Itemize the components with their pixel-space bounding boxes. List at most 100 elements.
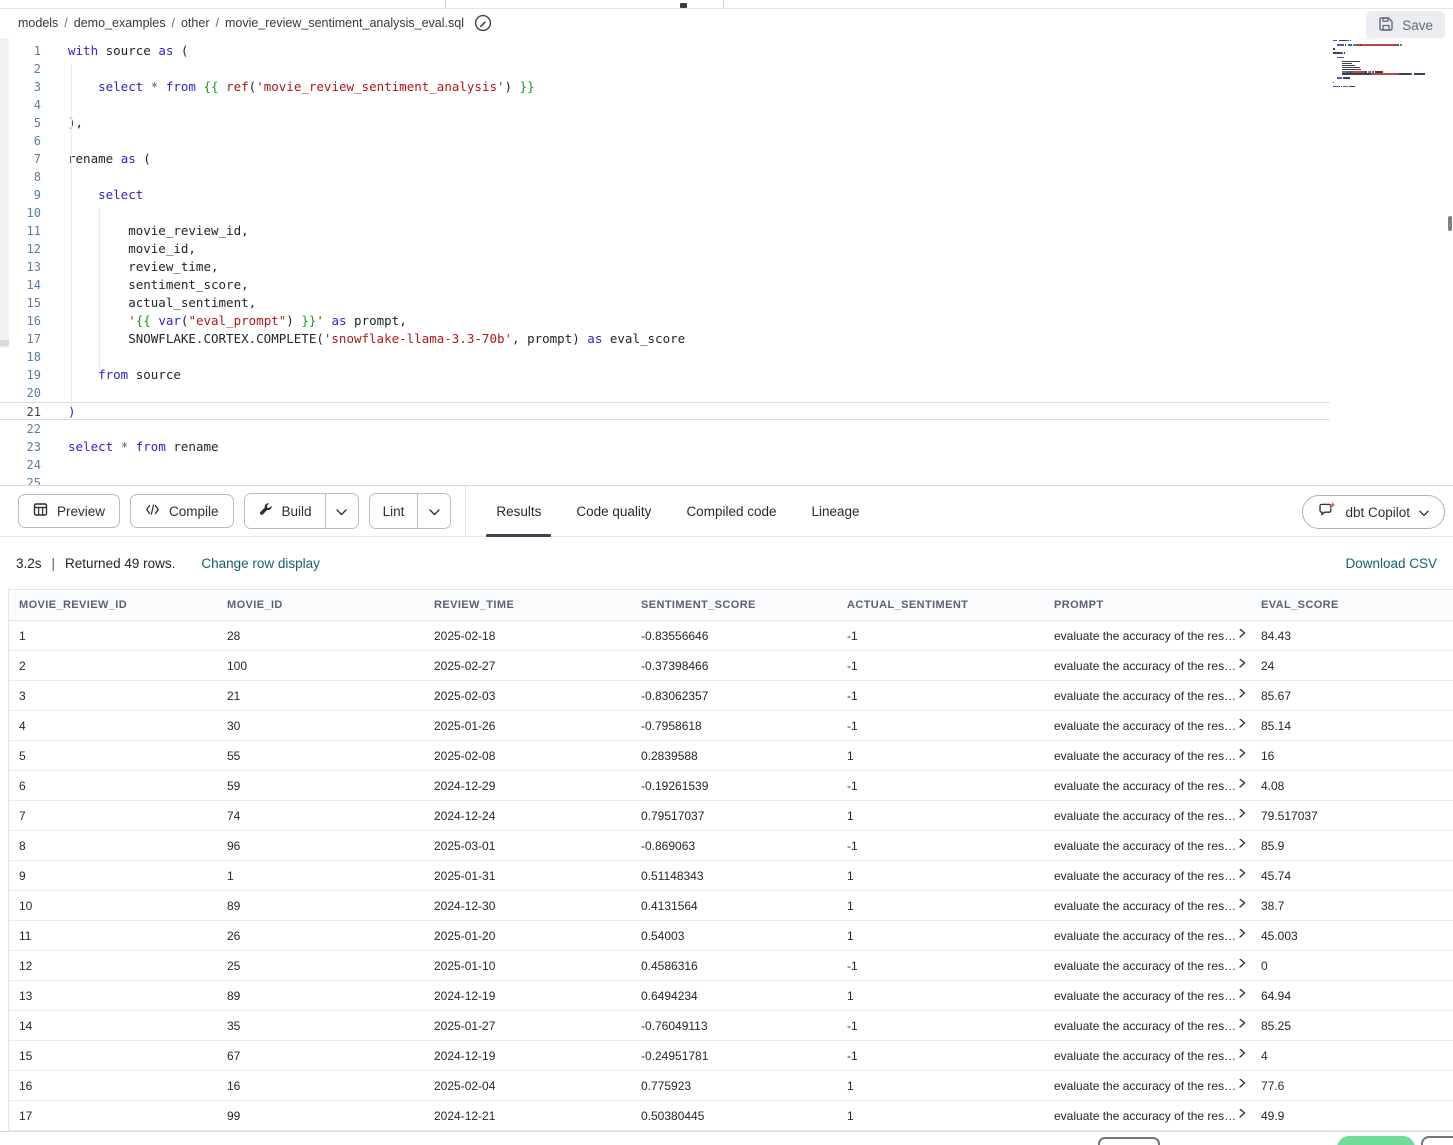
cell-prompt[interactable]: evaluate the accuracy of the res… [1044,1109,1251,1123]
code-line[interactable]: 13 review_time, [0,258,1453,276]
code-line[interactable]: 6 [0,132,1453,150]
code-line[interactable]: 14 sentiment_score, [0,276,1453,294]
tab-lineage[interactable]: Lineage [799,486,873,536]
cell-movie-review-id: 10 [9,899,217,913]
column-header[interactable]: MOVIE_ID [217,599,424,611]
cell-actual-sentiment: 1 [837,989,1044,1003]
breadcrumb-item[interactable]: demo_examples [74,16,166,30]
code-line[interactable]: 3 select * from {{ ref('movie_review_sen… [0,78,1453,96]
code-line[interactable]: 10 [0,204,1453,222]
table-row[interactable]: 4302025-01-26-0.7958618-1evaluate the ac… [9,711,1453,741]
cell-prompt[interactable]: evaluate the accuracy of the res… [1044,959,1251,973]
breadcrumb-item[interactable]: other [181,16,210,30]
minimap[interactable] [1333,40,1445,92]
results-status-bar: 3.2s | Returned 49 rows. Change row disp… [0,537,1453,589]
code-line[interactable]: 21) [0,402,1330,420]
code-line[interactable]: 8 [0,168,1453,186]
line-number: 15 [0,294,41,312]
cell-prompt[interactable]: evaluate the accuracy of the res… [1044,719,1251,733]
table-row[interactable]: 6592024-12-29-0.19261539-1evaluate the a… [9,771,1453,801]
save-button[interactable]: Save [1366,11,1445,39]
breadcrumb-item[interactable]: movie_review_sentiment_analysis_eval.sql [225,16,464,30]
column-header[interactable]: EVAL_SCORE [1251,599,1453,611]
download-csv-link[interactable]: Download CSV [1345,556,1437,571]
table-row[interactable]: 10892024-12-300.41315641evaluate the acc… [9,891,1453,921]
table-row[interactable]: 912025-01-310.511483431evaluate the accu… [9,861,1453,891]
tab-code-quality[interactable]: Code quality [563,486,664,536]
code-line[interactable]: 7rename as ( [0,150,1453,168]
build-button[interactable]: Build [245,494,325,528]
footer-button-partial[interactable] [1421,1136,1453,1145]
cell-prompt[interactable]: evaluate the accuracy of the res… [1044,989,1251,1003]
tab-compiled-code[interactable]: Compiled code [673,486,789,536]
cell-prompt[interactable]: evaluate the accuracy of the res… [1044,689,1251,703]
cell-prompt[interactable]: evaluate the accuracy of the res… [1044,779,1251,793]
table-row[interactable]: 13892024-12-190.64942341evaluate the acc… [9,981,1453,1011]
cell-prompt[interactable]: evaluate the accuracy of the res… [1044,899,1251,913]
table-row[interactable]: 5552025-02-080.28395881evaluate the accu… [9,741,1453,771]
cell-prompt[interactable]: evaluate the accuracy of the res… [1044,809,1251,823]
lint-button[interactable]: Lint [370,494,418,528]
code-lines: 1with source as (23 select * from {{ ref… [0,42,1453,485]
code-line[interactable]: 1with source as ( [0,42,1453,60]
table-row[interactable]: 7742024-12-240.795170371evaluate the acc… [9,801,1453,831]
column-header[interactable]: REVIEW_TIME [424,599,631,611]
code-line[interactable]: 2 [0,60,1453,78]
code-line[interactable]: 25 [0,474,1453,485]
code-line[interactable]: 12 movie_id, [0,240,1453,258]
cell-prompt[interactable]: evaluate the accuracy of the res… [1044,1049,1251,1063]
cell-prompt[interactable]: evaluate the accuracy of the res… [1044,629,1251,643]
table-row[interactable]: 3212025-02-03-0.83062357-1evaluate the a… [9,681,1453,711]
code-line[interactable]: 24 [0,456,1453,474]
dbt-copilot-button[interactable]: dbt Copilot [1302,495,1445,529]
preview-button[interactable]: Preview [18,494,120,528]
code-line[interactable]: 20 [0,384,1453,402]
code-line[interactable]: 16 '{{ var("eval_prompt") }}' as prompt, [0,312,1453,330]
code-line[interactable]: 15 actual_sentiment, [0,294,1453,312]
code-line[interactable]: 5), [0,114,1453,132]
cell-prompt[interactable]: evaluate the accuracy of the res… [1044,839,1251,853]
prompt-cell-text: evaluate the accuracy of the res… [1054,869,1236,883]
cell-prompt[interactable]: evaluate the accuracy of the res… [1044,1019,1251,1033]
column-header[interactable]: ACTUAL_SENTIMENT [837,599,1044,611]
footer-green-button-partial[interactable] [1337,1136,1415,1145]
code-line[interactable]: 23select * from rename [0,438,1453,456]
code-line[interactable]: 9 select [0,186,1453,204]
code-line[interactable]: 22 [0,420,1453,438]
table-row[interactable]: 21002025-02-27-0.37398466-1evaluate the … [9,651,1453,681]
cell-prompt[interactable]: evaluate the accuracy of the res… [1044,659,1251,673]
change-row-display-link[interactable]: Change row display [201,556,320,571]
build-dropdown-button[interactable] [325,494,358,528]
column-header[interactable]: MOVIE_REVIEW_ID [9,599,217,611]
table-row[interactable]: 17992024-12-210.503804451evaluate the ac… [9,1101,1453,1131]
lint-dropdown-button[interactable] [417,494,450,528]
editor-scrollbar[interactable] [1447,38,1453,485]
line-number: 4 [0,96,41,114]
tab-results[interactable]: Results [483,486,554,536]
code-line[interactable]: 11 movie_review_id, [0,222,1453,240]
copilot-edit-icon[interactable] [474,14,492,32]
code-line[interactable]: 19 from source [0,366,1453,384]
column-header[interactable]: PROMPT [1044,599,1251,611]
footer-button-partial[interactable] [1098,1137,1160,1145]
code-line[interactable]: 18 [0,348,1453,366]
cell-prompt[interactable]: evaluate the accuracy of the res… [1044,869,1251,883]
cell-prompt[interactable]: evaluate the accuracy of the res… [1044,749,1251,763]
cell-movie-id: 67 [217,1049,424,1063]
code-line[interactable]: 4 [0,96,1453,114]
table-row[interactable]: 14352025-01-27-0.76049113-1evaluate the … [9,1011,1453,1041]
table-row[interactable]: 8962025-03-01-0.869063-1evaluate the acc… [9,831,1453,861]
table-row[interactable]: 12252025-01-100.4586316-1evaluate the ac… [9,951,1453,981]
table-row[interactable]: 16162025-02-040.7759231evaluate the accu… [9,1071,1453,1101]
table-row[interactable]: 1282025-02-18-0.83556646-1evaluate the a… [9,621,1453,651]
table-row[interactable]: 11262025-01-200.540031evaluate the accur… [9,921,1453,951]
table-row[interactable]: 15672024-12-19-0.24951781-1evaluate the … [9,1041,1453,1071]
compile-button[interactable]: Compile [130,494,234,528]
editor-scrollbar-thumb[interactable] [1448,216,1452,231]
code-line[interactable]: 17 SNOWFLAKE.CORTEX.COMPLETE('snowflake-… [0,330,1453,348]
cell-prompt[interactable]: evaluate the accuracy of the res… [1044,929,1251,943]
sql-editor[interactable]: 1with source as (23 select * from {{ ref… [0,38,1453,485]
breadcrumb-item[interactable]: models [18,16,58,30]
cell-prompt[interactable]: evaluate the accuracy of the res… [1044,1079,1251,1093]
column-header[interactable]: SENTIMENT_SCORE [631,599,837,611]
